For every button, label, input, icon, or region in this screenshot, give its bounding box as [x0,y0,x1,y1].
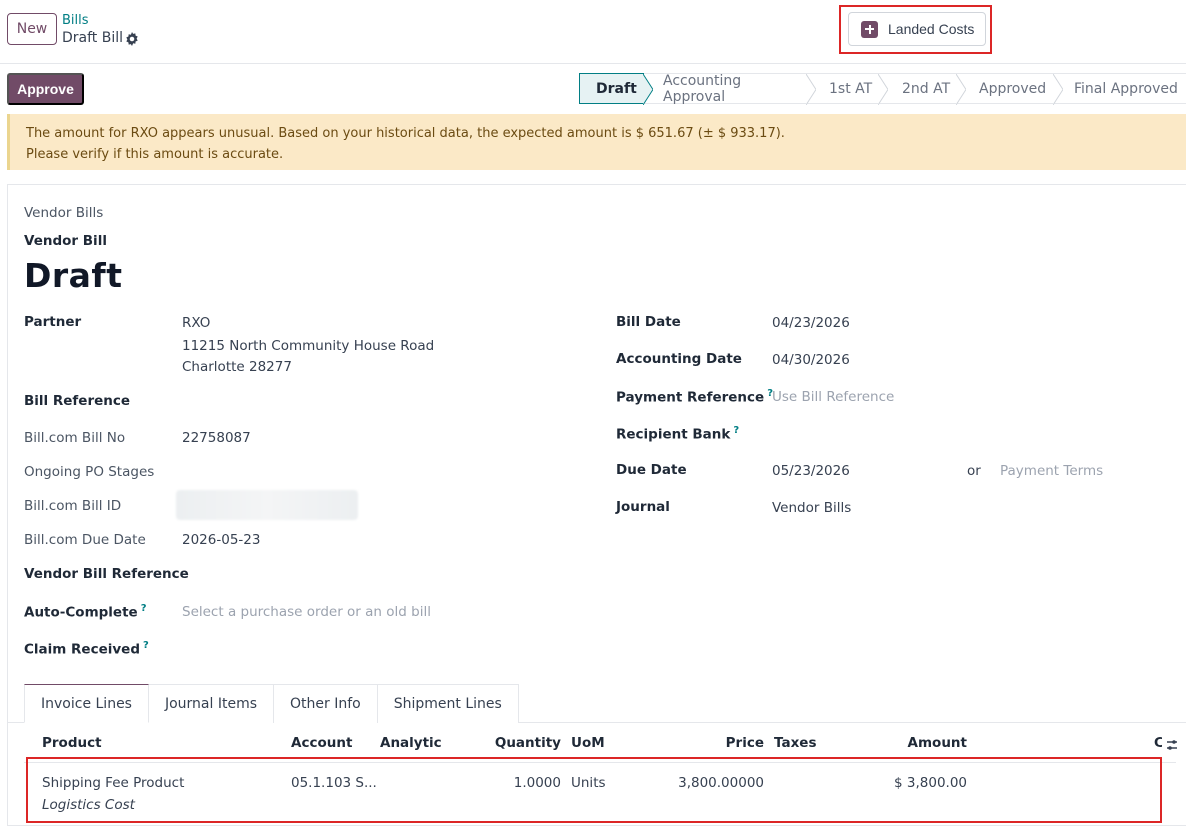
line-description[interactable]: Logistics Cost [42,797,135,813]
payment-terms-input[interactable]: Payment Terms [1000,463,1103,479]
or-text: or [967,463,981,479]
journal-caption: Vendor Bills [24,205,104,221]
auto-complete-label: Auto-Complete? [24,603,147,621]
gear-icon[interactable] [125,32,139,46]
billcom-id-field-redacted[interactable] [176,490,358,520]
partner-name[interactable]: RXO [182,315,210,331]
col-quantity[interactable]: Quantity [480,735,561,751]
line-amount: $ 3,800.00 [894,775,967,791]
accounting-date-field[interactable]: 04/30/2026 [772,352,850,368]
due-date-label: Due Date [616,462,687,478]
col-account[interactable]: Account [291,735,352,751]
stage-approved[interactable]: Approved [957,73,1063,105]
tab-journal-items[interactable]: Journal Items [147,684,275,723]
help-icon[interactable]: ? [141,603,147,614]
partner-label: Partner [24,314,82,330]
ongoing-po-stages-label: Ongoing PO Stages [24,464,155,480]
help-icon[interactable]: ? [733,425,739,436]
approve-button[interactable]: Approve [7,73,84,105]
vendor-bill-reference-label: Vendor Bill Reference [24,566,189,582]
stage-final-approved[interactable]: Final Approved [1054,73,1186,104]
partner-city: Charlotte 28277 [182,359,292,375]
bill-date-label: Bill Date [616,314,681,330]
stage-2nd-at[interactable]: 2nd AT [879,73,966,105]
notebook-tabs: Invoice Lines Journal Items Other Info S… [24,684,519,723]
new-button[interactable]: New [7,13,57,45]
col-taxes[interactable]: Taxes [774,735,816,751]
status-bar: Draft Accounting Approval 1st AT 2nd AT … [579,73,1186,105]
journal-label: Journal [616,499,670,515]
warning-line-2: Please verify if this amount is accurate… [26,147,284,162]
billcom-due-date-field[interactable]: 2026-05-23 [182,532,260,548]
billcom-no-label: Bill.com Bill No [24,430,126,446]
journal-field[interactable]: Vendor Bills [772,500,851,516]
help-icon[interactable]: ? [143,640,149,651]
bill-date-field[interactable]: 04/23/2026 [772,315,850,331]
unusual-amount-warning: The amount for RXO appears unusual. Base… [7,114,1186,170]
recipient-bank-label: Recipient Bank? [616,425,740,443]
claim-received-label: Claim Received? [24,640,149,658]
move-type-label: Vendor Bill [24,233,107,249]
tab-shipment-lines[interactable]: Shipment Lines [376,684,519,723]
control-panel: New Bills Draft Bill Landed Costs [0,0,1186,64]
plus-square-icon [861,20,878,38]
tab-other-info[interactable]: Other Info [273,684,378,723]
landed-costs-button[interactable]: Landed Costs [848,12,986,46]
optional-columns-icon[interactable] [1165,738,1179,752]
bill-reference-label: Bill Reference [24,393,131,409]
line-price[interactable]: 3,800.00000 [650,775,764,791]
line-uom[interactable]: Units [571,775,606,791]
col-truncated[interactable]: C [1154,735,1162,751]
stage-1st-at[interactable]: 1st AT [807,73,888,105]
col-product[interactable]: Product [42,735,102,751]
billcom-no-field[interactable]: 22758087 [182,430,251,446]
stage-accounting-approval[interactable]: Accounting Approval [644,73,816,105]
col-uom[interactable]: UoM [571,735,605,751]
payment-reference-input[interactable]: Use Bill Reference [772,389,894,405]
breadcrumb-bills-link[interactable]: Bills [62,13,89,28]
line-quantity[interactable]: 1.0000 [480,775,561,791]
billcom-due-date-label: Bill.com Due Date [24,532,146,548]
col-price[interactable]: Price [680,735,764,751]
billcom-id-label: Bill.com Bill ID [24,498,122,514]
payment-reference-label: Payment Reference? [616,388,773,406]
stage-draft[interactable]: Draft [579,73,653,105]
breadcrumb-current: Draft Bill [62,30,124,46]
auto-complete-input[interactable]: Select a purchase order or an old bill [182,604,431,620]
accounting-date-label: Accounting Date [616,351,742,367]
tab-invoice-lines[interactable]: Invoice Lines [24,684,149,723]
record-name-title: Draft [24,256,123,295]
due-date-field[interactable]: 05/23/2026 [772,463,850,479]
col-analytic[interactable]: Analytic [380,735,442,751]
warning-line-1: The amount for RXO appears unusual. Base… [26,126,785,141]
landed-costs-label: Landed Costs [888,21,975,37]
partner-street: 11215 North Community House Road [182,338,435,354]
col-amount[interactable]: Amount [880,735,967,751]
line-product[interactable]: Shipping Fee Product [42,775,184,791]
line-account[interactable]: 05.1.103 S... [291,775,377,791]
